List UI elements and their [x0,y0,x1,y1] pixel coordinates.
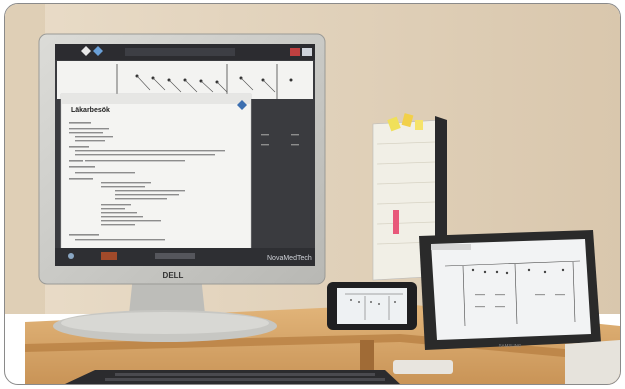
photo-scene: Läkarbesök NovaMedTech DELL SAMSUNG [5,4,620,384]
app-header-highlight [125,48,235,56]
monitor-brand: DELL [163,271,184,280]
document-title: Läkarbesök [71,107,110,114]
phone-device [327,282,417,330]
photo-frame: Läkarbesök NovaMedTech DELL SAMSUNG [4,3,621,385]
tablet-device: SAMSUNG [419,230,601,350]
app-logo-text: NovaMedTech [267,255,312,262]
keyboard [65,370,400,384]
desk-tray [565,340,620,384]
tablet-brand: SAMSUNG [499,343,522,348]
